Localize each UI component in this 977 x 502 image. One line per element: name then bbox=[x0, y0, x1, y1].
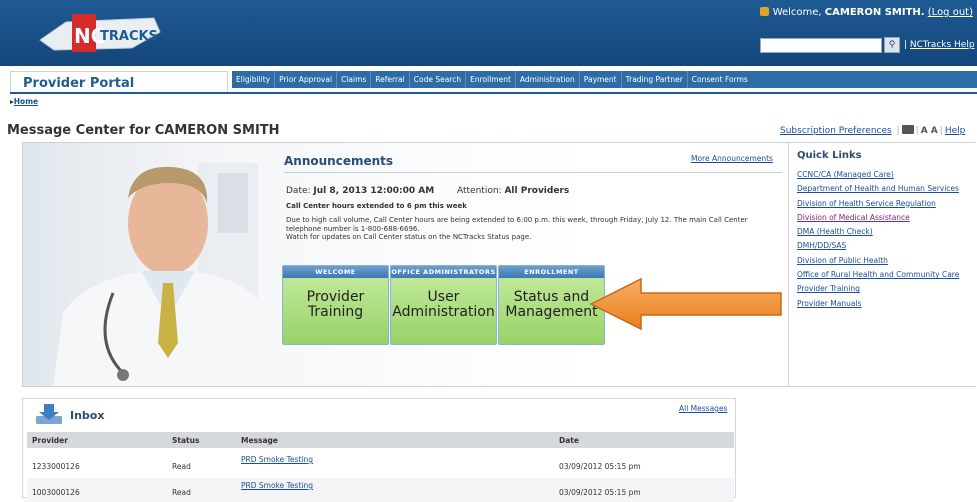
more-announcements-link[interactable]: More Announcements bbox=[691, 154, 773, 163]
quick-link[interactable]: Division of Health Service Regulation bbox=[797, 197, 975, 211]
menu-item-prior-approval[interactable]: Prior Approval bbox=[275, 71, 338, 88]
breadcrumb-home[interactable]: Home bbox=[14, 97, 38, 106]
menu-item-payment[interactable]: Payment bbox=[580, 71, 622, 88]
column-header-status[interactable]: Status bbox=[172, 436, 241, 445]
quick-links-list: CCNC/CA (Managed Care) Department of Hea… bbox=[797, 168, 975, 311]
cell-status: Read bbox=[172, 488, 191, 497]
doctor-photo bbox=[23, 143, 278, 386]
lock-icon bbox=[759, 7, 769, 16]
quick-link[interactable]: DMA (Health Check) bbox=[797, 225, 975, 239]
quick-links-title: Quick Links bbox=[797, 150, 862, 161]
cell-status: Read bbox=[172, 462, 191, 471]
quick-link[interactable]: Provider Manuals bbox=[797, 297, 975, 311]
help-area: | NCTracks Help bbox=[904, 40, 975, 50]
all-messages-link[interactable]: All Messages bbox=[679, 404, 727, 413]
search-input[interactable] bbox=[760, 38, 882, 53]
menu-item-eligibility[interactable]: Eligibility bbox=[232, 71, 276, 88]
quick-link[interactable]: CCNC/CA (Managed Care) bbox=[797, 168, 975, 182]
subscription-preferences-link[interactable]: Subscription Preferences bbox=[780, 126, 892, 136]
announcement-body: Due to high call volume, Call Center hou… bbox=[286, 216, 776, 242]
announcements-title: Announcements bbox=[284, 154, 394, 168]
announcement-headline: Call Center hours extended to 6 pm this … bbox=[286, 202, 467, 210]
main-menu: Eligibility Prior Approval Claims Referral C… bbox=[232, 71, 977, 88]
table-row[interactable]: 1233000126 Read PRD Smoke Testing 03/09/… bbox=[27, 452, 734, 476]
quick-link[interactable]: Office of Rural Health and Community Car… bbox=[797, 268, 975, 282]
page-tools: Subscription Preferences | | A A | Help bbox=[780, 125, 966, 136]
welcome-prefix: Welcome, bbox=[772, 7, 822, 18]
date-value: Jul 8, 2013 12:00:00 AM bbox=[313, 186, 435, 196]
menu-item-enrollment[interactable]: Enrollment bbox=[466, 71, 516, 88]
inbox-title: Inbox bbox=[70, 409, 105, 422]
message-link[interactable]: PRD Smoke Testing bbox=[241, 481, 313, 490]
date-label: Date: bbox=[286, 186, 311, 196]
provider-training-tile[interactable]: Welcome Provider Training bbox=[282, 265, 389, 345]
nctracks-help-link[interactable]: NCTracks Help bbox=[910, 40, 975, 50]
tile-caption: Office Administrators bbox=[391, 266, 496, 278]
announcement-date: Date: Jul 8, 2013 12:00:00 AM bbox=[286, 186, 434, 196]
message-link[interactable]: PRD Smoke Testing bbox=[241, 455, 313, 464]
user-name: CAMERON SMITH. bbox=[824, 7, 925, 18]
quick-link[interactable]: Division of Public Health bbox=[797, 254, 975, 268]
page-title: Message Center for CAMERON SMITH bbox=[7, 123, 280, 138]
nctracks-logo[interactable]: NC TRACKS bbox=[36, 10, 164, 56]
divider bbox=[284, 172, 782, 173]
tile-label: Provider Training bbox=[306, 289, 365, 320]
table-row[interactable]: 1003000126 Read PRD Smoke Testing 03/09/… bbox=[27, 478, 734, 502]
cell-provider: 1003000126 bbox=[32, 488, 80, 497]
attention-label: Attention: bbox=[457, 186, 502, 196]
menu-item-claims[interactable]: Claims bbox=[337, 71, 372, 88]
cell-date: 03/09/2012 05:15 pm bbox=[559, 462, 641, 471]
svg-text:TRACKS: TRACKS bbox=[100, 29, 158, 44]
announcement-paragraph: Watch for updates on Call Center status … bbox=[286, 233, 532, 241]
user-administration-tile[interactable]: Office Administrators User Administration bbox=[390, 265, 497, 345]
inbox-table-header: Provider Status Message Date bbox=[27, 432, 734, 448]
welcome-text: Welcome, CAMERON SMITH. (Log out) bbox=[759, 7, 973, 18]
quick-link[interactable]: DMH/DD/SAS bbox=[797, 239, 975, 253]
menu-item-trading-partner[interactable]: Trading Partner bbox=[622, 71, 688, 88]
divider bbox=[10, 92, 977, 94]
menu-item-code-search[interactable]: Code Search bbox=[410, 71, 467, 88]
tile-label: User Administration bbox=[392, 289, 495, 320]
breadcrumb: ▸Home bbox=[10, 97, 39, 106]
orange-arrow-annotation bbox=[589, 277, 782, 331]
quick-link[interactable]: Department of Health and Human Services bbox=[797, 182, 975, 196]
menu-item-administration[interactable]: Administration bbox=[516, 71, 580, 88]
portal-title: Provider Portal bbox=[23, 76, 135, 91]
cell-provider: 1233000126 bbox=[32, 462, 80, 471]
cell-date: 03/09/2012 05:15 pm bbox=[559, 488, 641, 497]
announcement-attention: Attention: All Providers bbox=[457, 186, 569, 196]
menu-item-consent-forms[interactable]: Consent Forms bbox=[688, 71, 752, 88]
column-header-provider[interactable]: Provider bbox=[27, 436, 172, 445]
inbox-download-icon bbox=[36, 404, 62, 424]
attention-value: All Providers bbox=[504, 186, 570, 196]
announcement-paragraph: Due to high call volume, Call Center hou… bbox=[286, 216, 748, 233]
print-icon[interactable] bbox=[901, 125, 914, 134]
tile-caption: Welcome bbox=[283, 266, 388, 278]
logout-link[interactable]: (Log out) bbox=[928, 7, 973, 18]
help-link[interactable]: Help bbox=[945, 126, 966, 136]
text-size-control[interactable]: A A bbox=[921, 126, 938, 136]
quick-link[interactable]: Provider Training bbox=[797, 282, 975, 296]
column-header-message[interactable]: Message bbox=[241, 436, 559, 445]
search-icon[interactable]: ⚲ bbox=[884, 37, 900, 53]
menu-item-referral[interactable]: Referral bbox=[371, 71, 410, 88]
quick-link[interactable]: Division of Medical Assistance bbox=[797, 211, 975, 225]
column-header-date[interactable]: Date bbox=[559, 436, 729, 445]
